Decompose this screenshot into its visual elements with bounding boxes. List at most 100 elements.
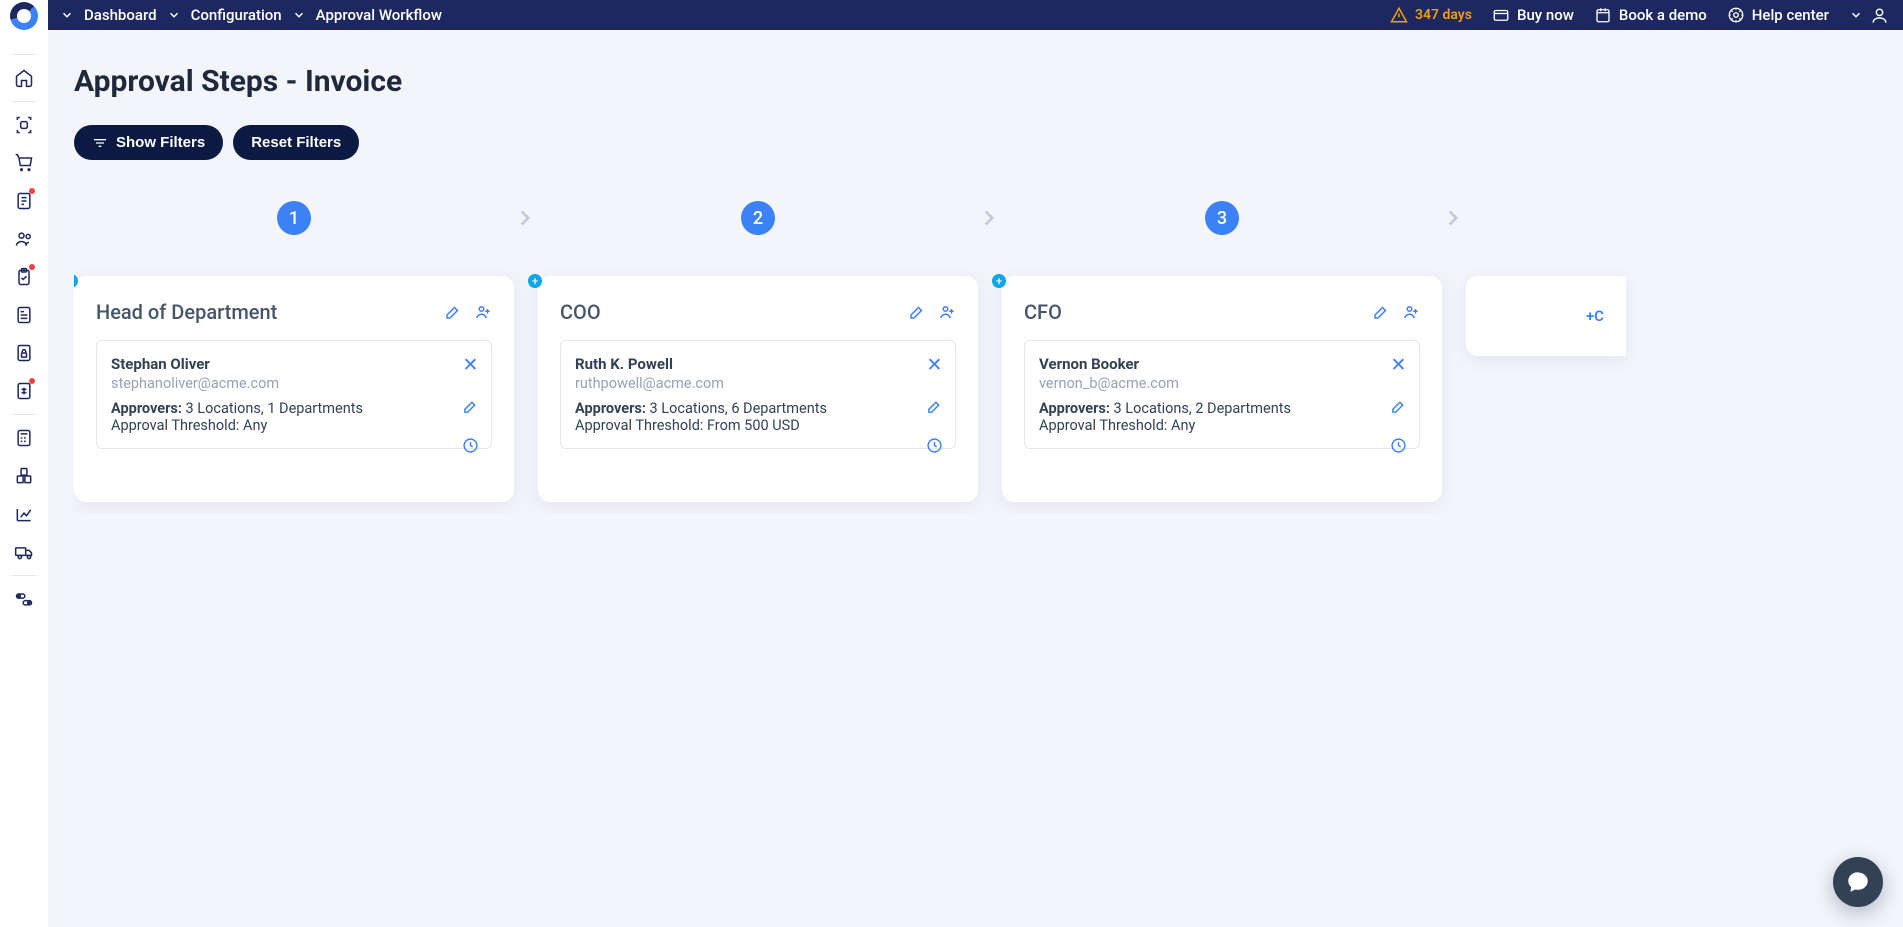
notification-dot	[29, 264, 35, 270]
lock-file-icon	[14, 343, 34, 363]
nav-home[interactable]	[4, 59, 44, 97]
notification-dot	[29, 188, 35, 194]
edit-step-icon[interactable]	[444, 303, 462, 321]
chevron-down-icon	[60, 8, 74, 22]
toggles-icon	[14, 589, 34, 609]
nav-inventory[interactable]	[4, 457, 44, 495]
topbar: Dashboard Configuration Approval Workflo…	[0, 0, 1903, 30]
nav-shipping[interactable]	[4, 533, 44, 571]
breadcrumb-label: Approval Workflow	[316, 6, 442, 24]
chevron-down-icon	[167, 8, 181, 22]
approver-threshold: Approval Threshold: From 500 USD	[575, 417, 941, 434]
finance-icon	[14, 381, 34, 401]
time-icon[interactable]	[462, 437, 479, 454]
step-number: 1	[277, 201, 311, 235]
nav-settings[interactable]	[4, 580, 44, 618]
add-approver-icon[interactable]	[938, 303, 956, 321]
edit-approver-icon[interactable]	[926, 398, 943, 415]
breadcrumb-configuration[interactable]: Configuration	[167, 6, 282, 24]
approver-box: Stephan Oliver stephanoliver@acme.com Ap…	[96, 340, 492, 449]
boxes-icon	[14, 466, 34, 486]
edit-step-icon[interactable]	[908, 303, 926, 321]
edit-step-icon[interactable]	[1372, 303, 1390, 321]
approver-locations: Approvers: 3 Locations, 1 Departments	[111, 400, 477, 417]
truck-icon	[14, 542, 34, 562]
steps-container[interactable]: + 1 Head of Department Stephan Oliver	[74, 200, 1877, 514]
help-icon	[1727, 6, 1745, 24]
nav-calculator[interactable]	[4, 419, 44, 457]
show-filters-button[interactable]: Show Filters	[74, 125, 223, 160]
clipboard-check-icon	[14, 267, 34, 287]
step-title: CFO	[1024, 300, 1062, 324]
time-icon[interactable]	[926, 437, 943, 454]
chat-icon	[1845, 869, 1871, 895]
nav-clipboard[interactable]	[4, 258, 44, 296]
add-step-before-button[interactable]: +	[528, 274, 542, 288]
approver-email: stephanoliver@acme.com	[111, 375, 477, 392]
buy-now-link[interactable]: Buy now	[1492, 6, 1574, 24]
breadcrumb-approval-workflow[interactable]: Approval Workflow	[292, 6, 442, 24]
approver-box: Ruth K. Powell ruthpowell@acme.com Appro…	[560, 340, 956, 449]
remove-approver-button[interactable]: ✕	[927, 353, 943, 376]
approver-name: Stephan Oliver	[111, 355, 477, 373]
add-step-before-button[interactable]: +	[992, 274, 1006, 288]
add-approver-icon[interactable]	[1402, 303, 1420, 321]
chevron-right-icon	[1440, 205, 1466, 231]
book-demo-link[interactable]: Book a demo	[1594, 6, 1707, 24]
notification-dot	[29, 378, 35, 384]
user-menu[interactable]	[1849, 6, 1889, 25]
filters-row: Show Filters Reset Filters	[74, 125, 1877, 160]
filter-icon	[92, 135, 108, 151]
chevron-down-icon	[1849, 8, 1863, 22]
reset-filters-button[interactable]: Reset Filters	[233, 125, 359, 160]
step-3: + 3 CFO Vernon Booker vernon_b@acme.c	[1002, 200, 1442, 502]
step-card: Head of Department Stephan Oliver stepha…	[74, 276, 514, 502]
home-icon	[14, 68, 34, 88]
step-number: 3	[1205, 201, 1239, 235]
remove-approver-button[interactable]: ✕	[463, 353, 479, 376]
breadcrumb-dashboard[interactable]: Dashboard	[60, 6, 157, 24]
time-icon[interactable]	[1390, 437, 1407, 454]
approver-threshold: Approval Threshold: Any	[111, 417, 477, 434]
step-next-partial: +C	[1466, 200, 1626, 502]
receipt-icon	[14, 191, 34, 211]
user-icon	[1870, 6, 1889, 25]
calculator-icon	[14, 428, 34, 448]
warning-icon	[1390, 6, 1408, 24]
approver-name: Vernon Booker	[1039, 355, 1405, 373]
calendar-icon	[1594, 6, 1612, 24]
users-icon	[14, 229, 34, 249]
nav-invoice[interactable]	[4, 296, 44, 334]
add-condition-link[interactable]: +C	[1586, 307, 1604, 325]
nav-finance[interactable]	[4, 372, 44, 410]
chevron-right-icon	[512, 205, 538, 231]
approver-locations: Approvers: 3 Locations, 6 Departments	[575, 400, 941, 417]
chat-button[interactable]	[1833, 857, 1883, 907]
sidebar	[0, 0, 48, 927]
edit-approver-icon[interactable]	[1390, 398, 1407, 415]
step-card: COO Ruth K. Powell ruthpowell@acme.com A…	[538, 276, 978, 502]
chevron-right-icon	[976, 205, 1002, 231]
cart-icon	[14, 153, 34, 173]
remove-approver-button[interactable]: ✕	[1391, 353, 1407, 376]
approver-email: vernon_b@acme.com	[1039, 375, 1405, 392]
credit-card-icon	[1492, 6, 1510, 24]
step-card: CFO Vernon Booker vernon_b@acme.com Appr…	[1002, 276, 1442, 502]
breadcrumb-label: Configuration	[191, 6, 282, 24]
step-title: Head of Department	[96, 300, 277, 324]
nav-users[interactable]	[4, 220, 44, 258]
nav-reports[interactable]	[4, 495, 44, 533]
chart-icon	[14, 504, 34, 524]
add-approver-icon[interactable]	[474, 303, 492, 321]
nav-cart[interactable]	[4, 144, 44, 182]
trial-days: 347 days	[1390, 6, 1472, 24]
page-title: Approval Steps - Invoice	[74, 64, 1877, 99]
breadcrumb-label: Dashboard	[84, 6, 157, 24]
chevron-down-icon	[292, 8, 306, 22]
edit-approver-icon[interactable]	[462, 398, 479, 415]
nav-document[interactable]	[4, 106, 44, 144]
step-number: 2	[741, 201, 775, 235]
nav-lock[interactable]	[4, 334, 44, 372]
help-center-link[interactable]: Help center	[1727, 6, 1829, 24]
nav-receipts[interactable]	[4, 182, 44, 220]
